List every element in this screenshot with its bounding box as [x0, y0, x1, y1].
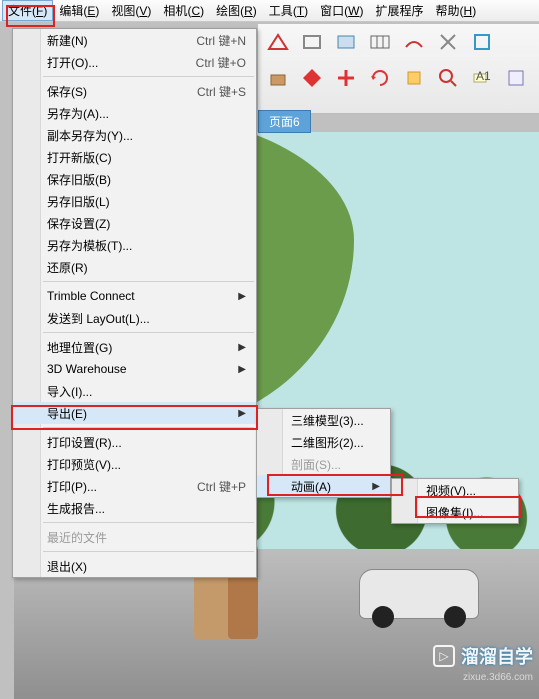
menu-item-saveastemplate[interactable]: 另存为模板(T)... [13, 234, 256, 256]
menu-window[interactable]: 窗口(W) [314, 0, 369, 21]
menu-edit[interactable]: 编辑(E) [53, 0, 105, 21]
menu-draw[interactable]: 绘图(R) [210, 0, 263, 21]
play-icon: ▷ [433, 645, 455, 667]
menu-item-printpreview[interactable]: 打印预览(V)... [13, 453, 256, 475]
toolbar-icon[interactable] [502, 64, 530, 92]
menu-item-export[interactable]: 导出(E)▶ [13, 402, 256, 424]
toolbar-icon[interactable] [366, 28, 394, 56]
toolbar-icon[interactable] [366, 64, 394, 92]
menu-camera[interactable]: 相机(C) [157, 0, 210, 21]
menu-item-geolocation[interactable]: 地理位置(G)▶ [13, 336, 256, 358]
menu-item-open[interactable]: 打开(O)...Ctrl 键+O [13, 51, 256, 73]
menu-item-new[interactable]: 新建(N)Ctrl 键+N [13, 29, 256, 51]
menu-item-import[interactable]: 导入(I)... [13, 380, 256, 402]
toolbar-icon[interactable] [434, 28, 462, 56]
menu-item-exit[interactable]: 退出(X) [13, 555, 256, 577]
menu-item-warehouse[interactable]: 3D Warehouse▶ [13, 358, 256, 380]
menu-item-saveold[interactable]: 保存旧版(B) [13, 168, 256, 190]
toolbar-icon[interactable] [264, 28, 292, 56]
svg-text:A1: A1 [476, 69, 491, 83]
toolbar-icon[interactable] [332, 64, 360, 92]
menu-item-export-2d[interactable]: 二维图形(2)... [257, 431, 390, 453]
menu-item-export-section: 剖面(S)... [257, 453, 390, 475]
menu-help[interactable]: 帮助(H) [430, 0, 483, 21]
toolbar-icon[interactable] [298, 28, 326, 56]
menu-item-trimble[interactable]: Trimble Connect▶ [13, 285, 256, 307]
menu-item-anim-video[interactable]: 视频(V)... [392, 479, 518, 501]
watermark: ▷ 溜溜自学 zixue.3d66.com [433, 643, 533, 669]
chevron-right-icon: ▶ [238, 291, 246, 302]
menu-item-savecopy[interactable]: 副本另存为(Y)... [13, 124, 256, 146]
toolbar-icon[interactable]: A1 [468, 64, 496, 92]
export-submenu: 三维模型(3)... 二维图形(2)... 剖面(S)... 动画(A)▶ [256, 408, 391, 498]
menu-view[interactable]: 视图(V) [105, 0, 157, 21]
menubar: 文件(F) 编辑(E) 视图(V) 相机(C) 绘图(R) 工具(T) 窗口(W… [0, 0, 539, 22]
menu-item-revert[interactable]: 还原(R) [13, 256, 256, 278]
menu-tools[interactable]: 工具(T) [263, 0, 314, 21]
menu-item-anim-imageset[interactable]: 图像集(I)... [392, 501, 518, 523]
chevron-right-icon: ▶ [238, 364, 246, 375]
menu-item-saveas[interactable]: 另存为(A)... [13, 102, 256, 124]
toolbar-icon[interactable] [400, 64, 428, 92]
menu-item-export-animation[interactable]: 动画(A)▶ [257, 475, 390, 497]
chevron-right-icon: ▶ [372, 481, 380, 492]
toolbar-icon[interactable] [332, 28, 360, 56]
file-dropdown: 新建(N)Ctrl 键+N 打开(O)...Ctrl 键+O 保存(S)Ctrl… [12, 28, 257, 578]
menu-item-savesettings[interactable]: 保存设置(Z) [13, 212, 256, 234]
chevron-right-icon: ▶ [238, 408, 246, 419]
toolbar: A1 [258, 24, 539, 114]
menu-item-export-3d[interactable]: 三维模型(3)... [257, 409, 390, 431]
chevron-right-icon: ▶ [238, 342, 246, 353]
menu-item-save[interactable]: 保存(S)Ctrl 键+S [13, 80, 256, 102]
menu-item-print[interactable]: 打印(P)...Ctrl 键+P [13, 475, 256, 497]
toolbar-icon[interactable] [298, 64, 326, 92]
menu-item-report[interactable]: 生成报告... [13, 497, 256, 519]
menu-file[interactable]: 文件(F) [2, 0, 53, 21]
menu-extensions[interactable]: 扩展程序 [370, 0, 430, 21]
scene-tabs: 页面6 [258, 110, 311, 132]
scene-tab[interactable]: 页面6 [258, 110, 311, 133]
toolbar-icon[interactable] [468, 28, 496, 56]
model-car [359, 569, 479, 619]
menu-item-saveasold[interactable]: 另存旧版(L) [13, 190, 256, 212]
menu-item-opennew[interactable]: 打开新版(C) [13, 146, 256, 168]
menu-item-recent: 最近的文件 [13, 526, 256, 548]
animation-submenu: 视频(V)... 图像集(I)... [391, 478, 519, 524]
menu-item-sendlayout[interactable]: 发送到 LayOut(L)... [13, 307, 256, 329]
toolbar-icon[interactable] [434, 64, 462, 92]
toolbar-icon[interactable] [264, 64, 292, 92]
menu-item-printsetup[interactable]: 打印设置(R)... [13, 431, 256, 453]
toolbar-icon[interactable] [400, 28, 428, 56]
